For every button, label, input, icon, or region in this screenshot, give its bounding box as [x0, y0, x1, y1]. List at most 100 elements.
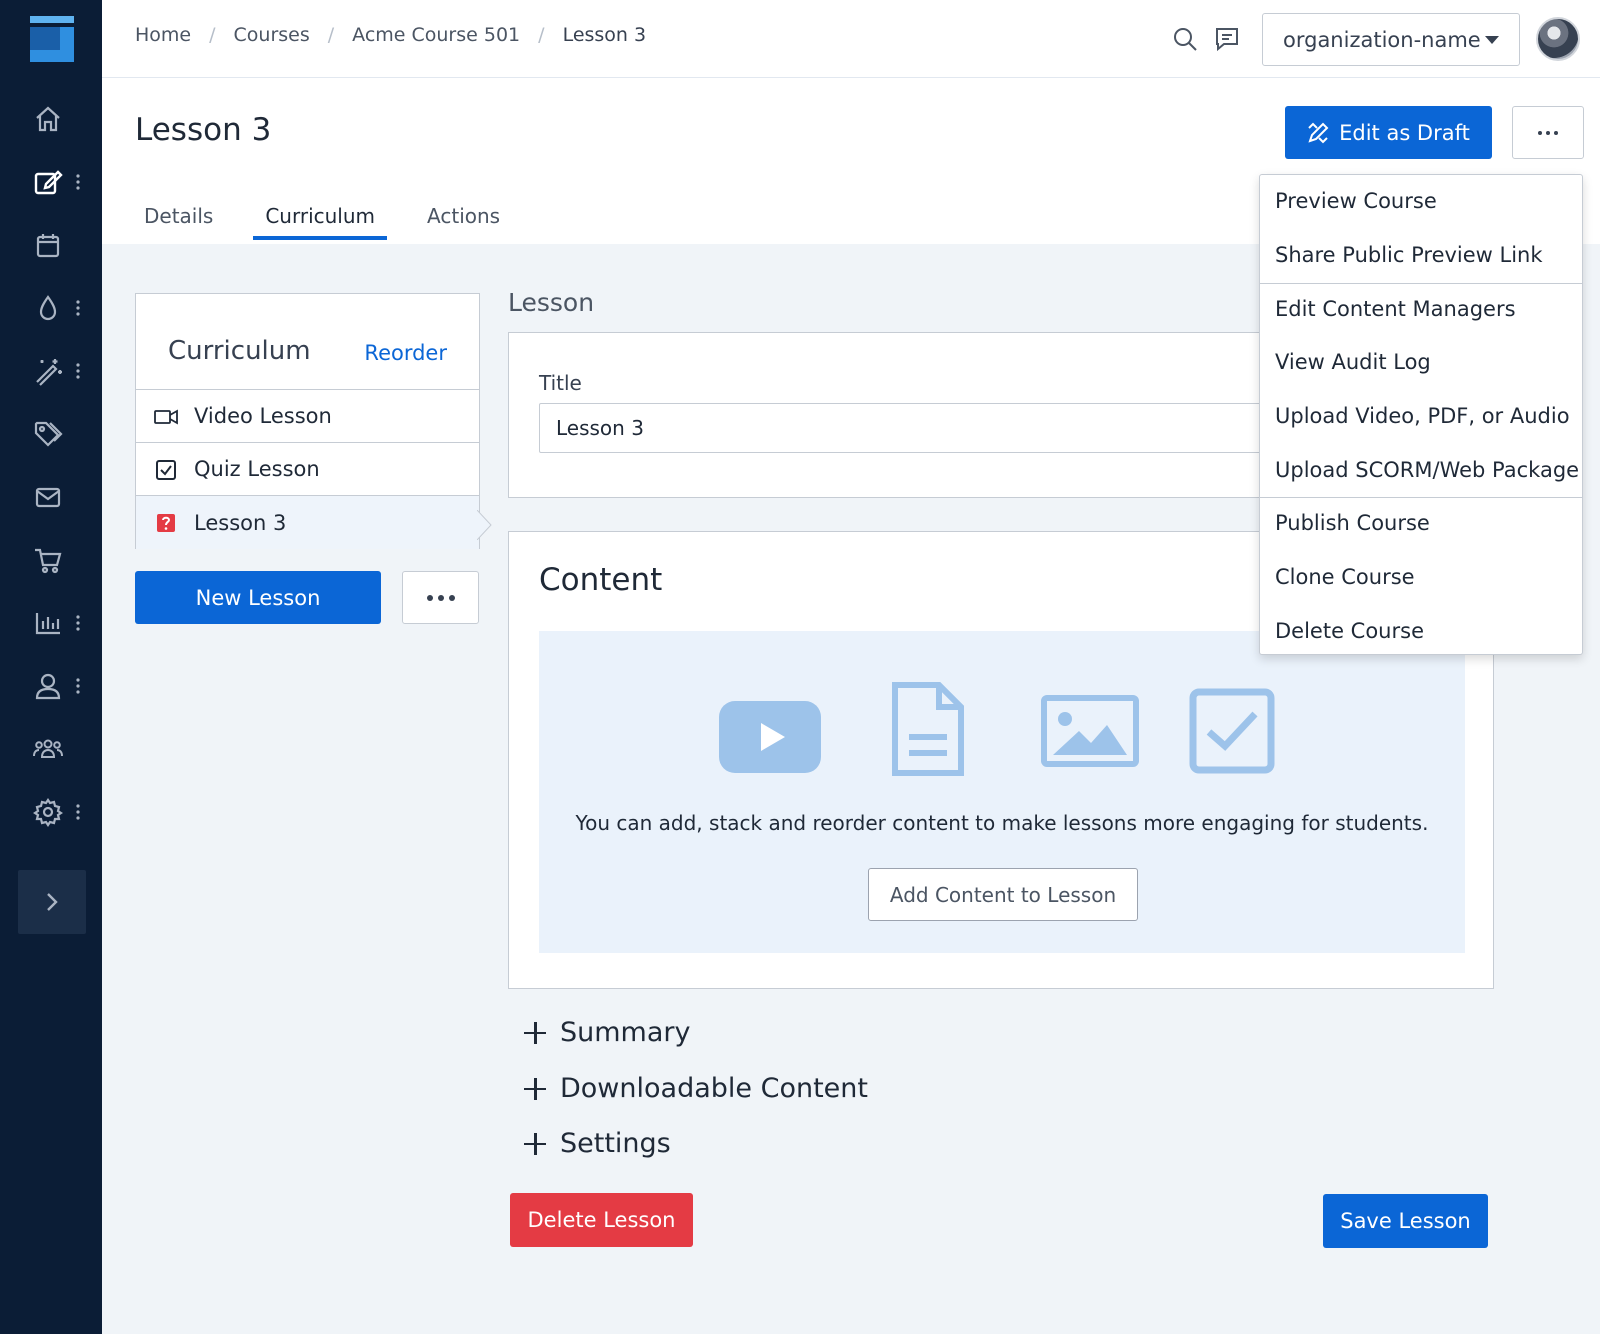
nav-home[interactable] [0, 94, 102, 144]
nav-mail[interactable] [0, 472, 102, 522]
curriculum-item-label: Lesson 3 [194, 510, 287, 535]
nav-calendar[interactable] [0, 220, 102, 270]
nav-magic[interactable] [0, 346, 102, 396]
menu-item-delete-course[interactable]: Delete Course [1275, 619, 1424, 643]
tab-curriculum[interactable]: Curriculum [253, 196, 387, 240]
nav-settings[interactable] [0, 787, 102, 837]
menu-item-publish-course[interactable]: Publish Course [1275, 511, 1430, 535]
checkbox-icon [1189, 688, 1275, 774]
breadcrumb-courses[interactable]: Courses [234, 24, 310, 46]
tab-details[interactable]: Details [132, 196, 225, 240]
more-dots-icon [76, 363, 80, 379]
new-lesson-button[interactable]: New Lesson [135, 571, 381, 624]
breadcrumb-separator: / [209, 24, 216, 46]
tabs: Details Curriculum Actions [132, 196, 540, 240]
content-description: You can add, stack and reorder content t… [575, 811, 1429, 835]
tab-actions[interactable]: Actions [415, 196, 512, 240]
chat-icon[interactable] [1212, 24, 1242, 54]
more-dots-icon [76, 174, 80, 190]
menu-item-clone-course[interactable]: Clone Course [1275, 565, 1415, 589]
menu-divider [1260, 497, 1582, 498]
edit-as-draft-button[interactable]: Edit as Draft [1285, 106, 1492, 159]
content-dropzone: You can add, stack and reorder content t… [539, 631, 1465, 953]
sidebar-expand-button[interactable] [18, 870, 86, 934]
menu-item-preview-course[interactable]: Preview Course [1275, 189, 1437, 213]
breadcrumb: Home / Courses / Acme Course 501 / Lesso… [135, 24, 646, 46]
nav-edit[interactable] [0, 157, 102, 207]
more-options-button[interactable] [1512, 106, 1584, 159]
more-options-menu: Preview Course Share Public Preview Link… [1259, 174, 1583, 655]
accordion-label: Downloadable Content [560, 1073, 868, 1104]
accordion-downloadable-content[interactable]: Downloadable Content [524, 1073, 868, 1104]
add-content-button[interactable]: Add Content to Lesson [868, 868, 1138, 921]
nav-analytics[interactable] [0, 598, 102, 648]
accordion-label: Summary [560, 1017, 691, 1048]
search-icon[interactable] [1170, 24, 1200, 54]
drop-icon [39, 295, 57, 321]
curriculum-more-button[interactable] [402, 571, 479, 624]
home-icon [36, 106, 60, 132]
breadcrumb-separator: / [327, 24, 335, 46]
edit-icon [34, 170, 63, 195]
curriculum-item-lesson-3[interactable]: Lesson 3 [136, 496, 479, 549]
breadcrumb-current: Lesson 3 [562, 24, 647, 46]
breadcrumb-course[interactable]: Acme Course 501 [352, 24, 520, 46]
menu-item-share-preview-link[interactable]: Share Public Preview Link [1275, 243, 1543, 267]
page-title: Lesson 3 [135, 112, 272, 148]
pencil-ruler-icon [1308, 122, 1329, 143]
nav-tags[interactable] [0, 409, 102, 459]
checkbox-icon [156, 460, 176, 480]
content-title: Content [539, 562, 663, 598]
menu-item-upload-scorm[interactable]: Upload SCORM/Web Package [1275, 458, 1579, 482]
accordion-settings[interactable]: Settings [524, 1128, 671, 1159]
menu-divider [1260, 283, 1582, 284]
save-lesson-button[interactable]: Save Lesson [1323, 1194, 1488, 1248]
users-group-icon [33, 739, 63, 758]
curriculum-item-label: Video Lesson [194, 404, 332, 428]
reorder-link[interactable]: Reorder [364, 341, 447, 365]
nav-user[interactable] [0, 661, 102, 711]
curriculum-item-video-lesson[interactable]: Video Lesson [136, 390, 479, 443]
curriculum-title: Curriculum [168, 336, 311, 366]
video-play-icon [719, 701, 821, 773]
mail-icon [35, 487, 61, 508]
plus-icon [524, 1021, 546, 1044]
more-dots-icon [76, 804, 80, 820]
app-logo[interactable] [30, 16, 74, 62]
nav-groups[interactable] [0, 724, 102, 774]
bar-chart-icon [35, 613, 60, 635]
menu-item-edit-content-managers[interactable]: Edit Content Managers [1275, 297, 1516, 321]
menu-item-upload-media[interactable]: Upload Video, PDF, or Audio [1275, 404, 1570, 428]
more-dots-icon [76, 615, 80, 631]
title-label: Title [539, 371, 582, 395]
top-bar: Home / Courses / Acme Course 501 / Lesso… [102, 0, 1600, 78]
image-icon [1041, 695, 1139, 767]
breadcrumb-separator: / [538, 24, 545, 46]
nav-drop[interactable] [0, 283, 102, 333]
organization-select[interactable]: organization-name [1262, 13, 1520, 66]
more-dots-icon [76, 300, 80, 316]
accordion-label: Settings [560, 1128, 671, 1159]
accordion-summary[interactable]: Summary [524, 1017, 690, 1048]
chevron-right-icon [47, 893, 58, 911]
plus-icon [524, 1077, 546, 1100]
plus-icon [524, 1132, 546, 1155]
avatar[interactable] [1536, 17, 1580, 61]
curriculum-item-quiz-lesson[interactable]: Quiz Lesson [136, 443, 479, 496]
edit-as-draft-label: Edit as Draft [1339, 120, 1470, 145]
tag-icon [34, 421, 63, 447]
lesson-section-label: Lesson [508, 288, 595, 317]
document-icon [892, 682, 964, 776]
ellipsis-icon [1538, 130, 1558, 135]
selection-pointer [477, 510, 492, 540]
breadcrumb-home[interactable]: Home [135, 24, 191, 46]
nav-cart[interactable] [0, 535, 102, 585]
sidebar [0, 0, 102, 1334]
ellipsis-icon [426, 594, 455, 601]
user-icon [35, 673, 61, 700]
curriculum-panel: Curriculum Reorder Video Lesson Quiz Les… [135, 293, 480, 549]
menu-item-view-audit-log[interactable]: View Audit Log [1275, 350, 1431, 374]
curriculum-header: Curriculum Reorder [136, 294, 479, 390]
question-icon [157, 514, 175, 532]
delete-lesson-button[interactable]: Delete Lesson [510, 1193, 693, 1247]
